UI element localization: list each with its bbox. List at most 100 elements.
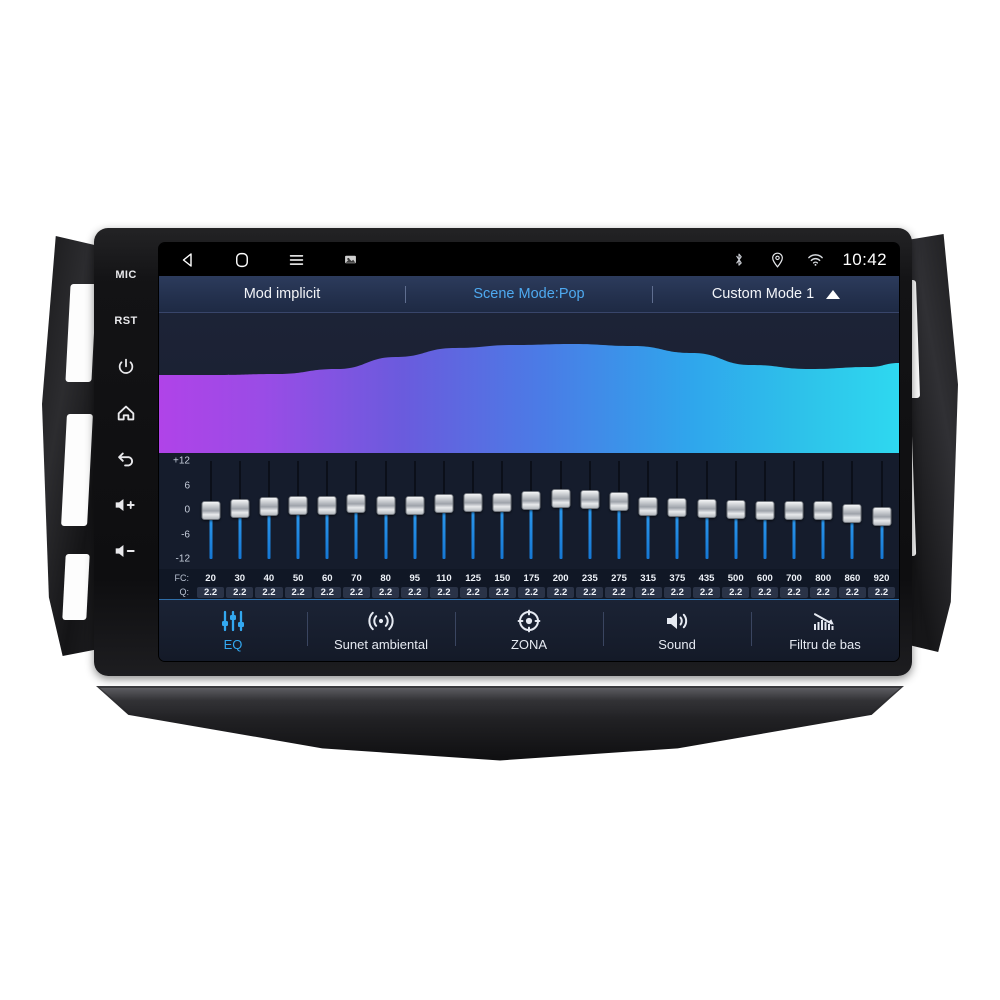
eq-band-slider[interactable]	[342, 453, 371, 569]
q-value[interactable]: 2.2	[488, 586, 516, 598]
q-value[interactable]: 2.2	[663, 586, 691, 598]
eq-band-slider[interactable]	[867, 453, 896, 569]
slider-knob[interactable]	[726, 500, 746, 520]
slider-knob[interactable]	[872, 507, 892, 527]
eq-band-slider[interactable]	[459, 453, 488, 569]
slider-knob[interactable]	[201, 501, 221, 520]
equalizer-sliders-icon	[220, 610, 246, 632]
q-value[interactable]: 2.2	[255, 586, 283, 598]
default-mode-button[interactable]: Mod implicit	[159, 276, 405, 312]
q-value[interactable]: 2.2	[342, 586, 371, 598]
slider-knob[interactable]	[638, 496, 658, 516]
home-button[interactable]	[104, 390, 148, 436]
q-value[interactable]: 2.2	[517, 586, 546, 598]
q-value[interactable]: 2.2	[576, 586, 604, 598]
slider-knob[interactable]	[434, 494, 454, 514]
eq-band-slider[interactable]	[196, 453, 225, 569]
slider-knob[interactable]	[492, 493, 512, 513]
volume-down-button[interactable]	[104, 528, 148, 574]
eq-band-slider[interactable]	[429, 453, 458, 569]
eq-band-slider[interactable]	[663, 453, 692, 569]
eq-band-slider[interactable]	[604, 453, 633, 569]
status-home-button[interactable]	[231, 249, 253, 271]
scene-mode-button[interactable]: Scene Mode:Pop	[406, 276, 652, 312]
slider-knob[interactable]	[813, 501, 833, 520]
location-pin-icon	[772, 252, 783, 268]
q-value[interactable]: 2.2	[313, 586, 341, 598]
slider-knob[interactable]	[317, 495, 337, 515]
slider-knob[interactable]	[346, 494, 366, 514]
eq-band-slider[interactable]	[750, 453, 779, 569]
q-value[interactable]: 2.2	[197, 586, 225, 598]
fc-value: 110	[436, 572, 452, 584]
slider-knob[interactable]	[609, 491, 629, 511]
q-value[interactable]: 2.2	[838, 586, 866, 598]
eq-band-slider[interactable]	[575, 453, 604, 569]
eq-band-slider[interactable]	[254, 453, 283, 569]
q-value[interactable]: 2.2	[867, 586, 896, 598]
reset-button[interactable]: RST	[104, 298, 148, 344]
q-value[interactable]: 2.2	[809, 586, 837, 598]
fc-q-readout: FC: 20 30 40 50 60 70 80 95 110 125 150 175 200 235 27…	[159, 569, 899, 602]
slider-knob[interactable]	[784, 501, 804, 520]
q-value[interactable]: 2.2	[401, 586, 429, 598]
status-recents-button[interactable]	[285, 249, 307, 271]
eq-band-slider[interactable]	[721, 453, 750, 569]
slider-knob[interactable]	[755, 501, 775, 520]
power-button[interactable]	[104, 344, 148, 390]
slider-knob[interactable]	[580, 490, 600, 510]
slider-knob[interactable]	[376, 495, 396, 515]
mic-button[interactable]: MIC	[104, 252, 148, 298]
volume-up-button[interactable]	[104, 482, 148, 528]
slider-knob[interactable]	[667, 497, 687, 517]
tab-surround[interactable]: Sunet ambiental	[307, 600, 455, 661]
fc-value: 95	[409, 572, 421, 584]
eq-band-slider[interactable]	[634, 453, 663, 569]
slider-knob[interactable]	[697, 498, 716, 518]
slider-knob[interactable]	[463, 492, 483, 512]
status-back-button[interactable]	[177, 249, 199, 271]
q-value[interactable]: 2.2	[780, 586, 808, 598]
eq-band-slider[interactable]	[313, 453, 342, 569]
q-value[interactable]: 2.2	[430, 586, 458, 598]
back-button[interactable]	[104, 436, 148, 482]
eq-band-slider[interactable]	[225, 453, 254, 569]
eq-band-slider[interactable]	[488, 453, 517, 569]
speaker-icon	[664, 610, 690, 632]
eq-band-slider[interactable]	[284, 453, 313, 569]
eq-band-slider[interactable]	[809, 453, 838, 569]
eq-band-slider[interactable]	[371, 453, 400, 569]
slider-knob[interactable]	[230, 498, 250, 518]
q-value[interactable]: 2.2	[634, 586, 662, 598]
q-value[interactable]: 2.2	[547, 586, 575, 598]
q-value[interactable]: 2.2	[692, 586, 721, 598]
q-value[interactable]: 2.2	[459, 586, 487, 598]
q-value[interactable]: 2.2	[372, 586, 400, 598]
slider-knob[interactable]	[551, 488, 571, 508]
fc-value: 860	[844, 572, 861, 584]
eq-band-slider[interactable]	[779, 453, 808, 569]
slider-knob[interactable]	[259, 497, 279, 517]
fc-value: 30	[234, 572, 246, 584]
eq-band-slider[interactable]	[546, 453, 575, 569]
custom-mode-button[interactable]: Custom Mode 1	[653, 276, 899, 312]
slider-knob[interactable]	[842, 504, 862, 524]
q-value[interactable]: 2.2	[751, 586, 779, 598]
q-value[interactable]: 2.2	[722, 586, 750, 598]
q-value[interactable]: 2.2	[284, 586, 312, 598]
eq-band-slider[interactable]	[400, 453, 429, 569]
tab-eq[interactable]: EQ	[159, 600, 307, 661]
slider-knob[interactable]	[288, 495, 308, 515]
triangle-up-icon[interactable]	[826, 289, 841, 299]
eq-band-slider[interactable]	[517, 453, 546, 569]
tab-sound[interactable]: Sound	[603, 600, 751, 661]
status-screenshot-button[interactable]	[339, 249, 361, 271]
q-value[interactable]: 2.2	[605, 586, 633, 598]
tab-zone[interactable]: ZONA	[455, 600, 603, 661]
q-value[interactable]: 2.2	[226, 586, 254, 598]
eq-band-slider[interactable]	[838, 453, 867, 569]
tab-bass[interactable]: Filtru de bas	[751, 600, 899, 661]
eq-band-slider[interactable]	[692, 453, 721, 569]
slider-knob[interactable]	[521, 491, 541, 511]
slider-knob[interactable]	[405, 495, 425, 515]
